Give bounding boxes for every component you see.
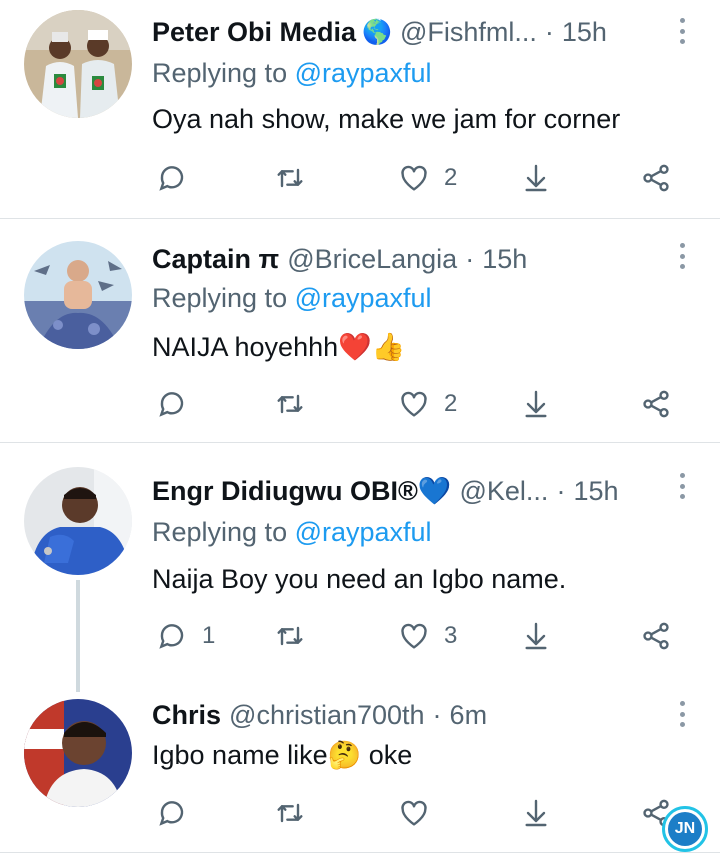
watermark-text: JN (668, 812, 702, 846)
tweet-header: Engr Didiugwu OBI®💙 @Kel... · 15h (152, 471, 668, 511)
reply-button[interactable] (156, 793, 202, 833)
tweet-text: NAIJA hoyehhh❤️👍 (152, 332, 406, 362)
tweet-text: Igbo name like🤔 oke (152, 740, 413, 770)
like-icon (401, 800, 427, 826)
display-name[interactable]: Engr Didiugwu OBI®💙 (152, 475, 452, 507)
avatar-image (24, 467, 132, 575)
retweet-icon (277, 626, 303, 646)
timestamp[interactable]: 6m (450, 700, 488, 731)
download-button[interactable] (520, 616, 552, 656)
like-button[interactable]: 2 (398, 384, 457, 424)
avatar[interactable] (24, 10, 132, 118)
share-button[interactable] (640, 158, 672, 198)
download-button[interactable] (520, 158, 552, 198)
download-button[interactable] (520, 793, 552, 833)
action-bar: 2 (0, 158, 720, 198)
reply-icon (159, 801, 184, 826)
tweet-text: Oya nah show, make we jam for corner (152, 104, 621, 134)
avatar[interactable] (24, 241, 132, 349)
action-bar: 2 (0, 384, 720, 424)
separator-dot: · (432, 699, 442, 730)
like-icon (401, 165, 427, 191)
replying-to: Replying to @raypaxful (152, 517, 432, 548)
reply-button[interactable] (156, 384, 202, 424)
share-button[interactable] (640, 616, 672, 656)
tweet-3[interactable]: Engr Didiugwu OBI®💙 @Kel... · 15h Replyi… (0, 443, 720, 683)
tweet-2[interactable]: Captain π @BriceLangia · 15h Replying to… (0, 219, 720, 442)
retweet-icon (277, 168, 303, 188)
more-icon[interactable] (678, 243, 686, 269)
reply-icon (159, 624, 184, 649)
retweet-button[interactable] (274, 158, 320, 198)
reply-count: 1 (202, 622, 216, 649)
replying-to-handle[interactable]: @raypaxful (295, 517, 432, 547)
replying-to-handle[interactable]: @raypaxful (295, 283, 432, 313)
user-handle[interactable]: @Fishfml... (400, 17, 537, 48)
retweet-icon (277, 803, 303, 823)
user-handle[interactable]: @christian700th (229, 700, 425, 731)
reply-icon (159, 166, 184, 191)
tweet-4[interactable]: Chris @christian700th · 6m Igbo name lik… (0, 683, 720, 851)
timestamp[interactable]: 15h (562, 17, 607, 48)
tweet-1[interactable]: Peter Obi Media 🌎 @Fishfml... · 15h Repl… (0, 0, 720, 218)
like-button[interactable]: 2 (398, 158, 457, 198)
globe-emoji-badge: 🌎 (362, 18, 392, 46)
download-icon (525, 622, 547, 650)
avatar-image (24, 699, 132, 807)
retweet-button[interactable] (274, 793, 320, 833)
like-count: 2 (444, 390, 458, 417)
download-button[interactable] (520, 384, 552, 424)
display-name[interactable]: Captain π (152, 244, 279, 275)
share-icon (643, 164, 669, 192)
like-count: 3 (444, 622, 458, 649)
action-bar: 1 3 (0, 616, 720, 656)
avatar-image (24, 10, 132, 118)
like-count: 2 (444, 164, 458, 191)
share-button[interactable] (640, 384, 672, 424)
replying-to-label: Replying to (152, 517, 295, 547)
more-icon[interactable] (678, 473, 686, 499)
reply-button[interactable]: 1 (156, 616, 215, 656)
watermark-logo: JN (662, 806, 708, 852)
download-icon (525, 390, 547, 418)
separator-dot: · (465, 243, 475, 274)
separator-dot: · (556, 475, 566, 506)
divider (0, 852, 720, 853)
share-icon (643, 622, 669, 650)
avatar[interactable] (24, 699, 132, 807)
tweet-text: Naija Boy you need an Igbo name. (152, 564, 567, 594)
reply-icon (159, 392, 184, 417)
download-icon (525, 164, 547, 192)
like-icon (401, 623, 427, 649)
download-icon (525, 799, 547, 827)
like-button[interactable]: 3 (398, 616, 457, 656)
like-button[interactable] (398, 793, 444, 833)
share-icon (643, 390, 669, 418)
more-icon[interactable] (678, 701, 686, 727)
like-icon (401, 391, 427, 417)
replying-to-label: Replying to (152, 283, 295, 313)
retweet-button[interactable] (274, 616, 320, 656)
display-name[interactable]: Peter Obi Media (152, 17, 356, 48)
user-handle[interactable]: @BriceLangia (287, 244, 457, 275)
avatar-image (24, 241, 132, 349)
timestamp[interactable]: 15h (573, 476, 618, 507)
retweet-button[interactable] (274, 384, 320, 424)
more-icon[interactable] (678, 18, 686, 44)
separator-dot: · (544, 16, 554, 47)
replying-to: Replying to @raypaxful (152, 58, 432, 89)
replying-to-handle[interactable]: @raypaxful (295, 58, 432, 88)
tweet-header: Chris @christian700th · 6m (152, 695, 668, 735)
replying-to: Replying to @raypaxful (152, 283, 432, 314)
tweet-header: Captain π @BriceLangia · 15h (152, 239, 668, 279)
user-handle[interactable]: @Kel... (460, 476, 549, 507)
tweet-header: Peter Obi Media 🌎 @Fishfml... · 15h (152, 12, 668, 52)
timestamp[interactable]: 15h (482, 244, 527, 275)
action-bar (0, 793, 720, 833)
retweet-icon (277, 394, 303, 414)
replying-to-label: Replying to (152, 58, 295, 88)
reply-button[interactable] (156, 158, 202, 198)
display-name[interactable]: Chris (152, 700, 221, 731)
avatar[interactable] (24, 467, 132, 575)
